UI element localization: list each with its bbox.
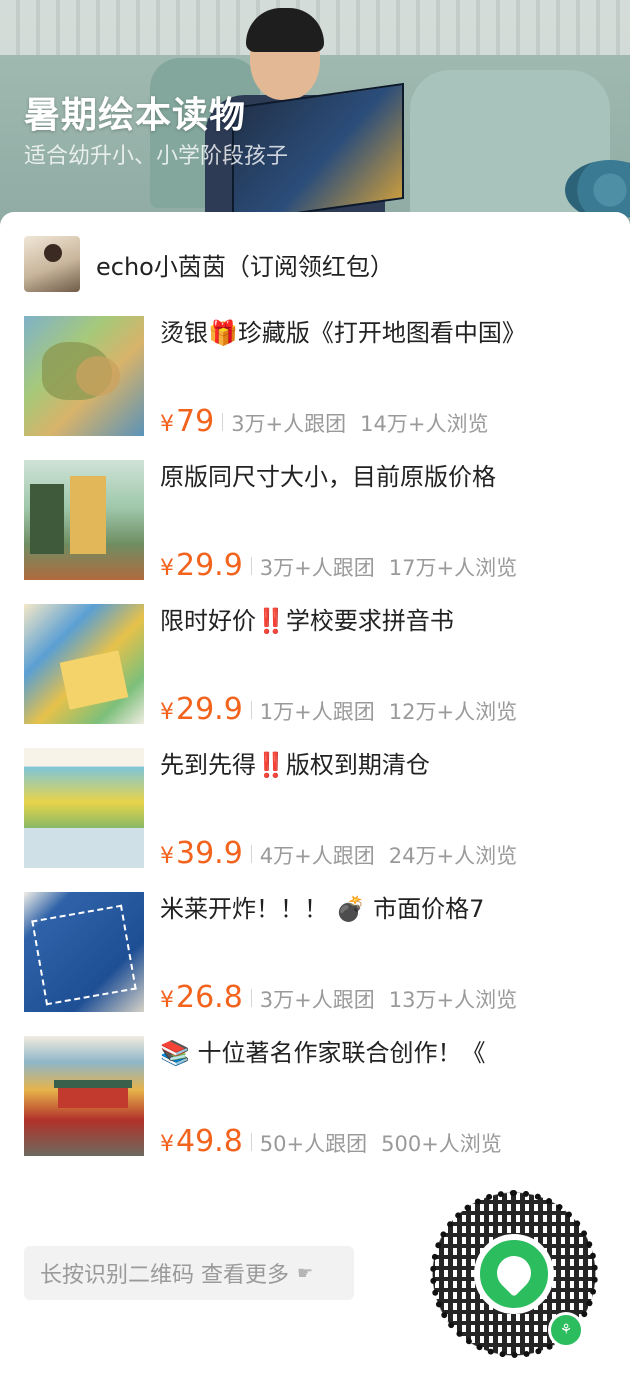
product-list: 烫银🎁珍藏版《打开地图看中国》 ¥ 79 3万+人跟团 14万+人浏览 原版同尺…: [24, 316, 606, 1180]
group-buy-count: 50+人跟团: [259, 1132, 368, 1156]
group-buy-count: 3万+人跟团: [259, 556, 375, 580]
product-thumbnail[interactable]: [24, 604, 144, 724]
product-thumbnail[interactable]: [24, 460, 144, 580]
currency-symbol: ¥: [160, 1132, 174, 1157]
group-buy-count: 3万+人跟团: [259, 988, 375, 1012]
product-item[interactable]: 限时好价‼️学校要求拼音书 ¥ 29.9 1万+人跟团 12万+人浏览: [24, 604, 606, 748]
product-item[interactable]: 📚 十位著名作家联合创作！《 ¥ 49.8 50+人跟团 500+人浏览: [24, 1036, 606, 1180]
author-name[interactable]: echo小茵茵（订阅领红包）: [96, 247, 394, 282]
product-thumbnail[interactable]: [24, 892, 144, 1012]
divider: [250, 701, 252, 719]
group-buy-count: 3万+人跟团: [231, 412, 347, 436]
view-count: 17万+人浏览: [388, 556, 518, 580]
product-title[interactable]: 米莱开炸！！！ 💣 市面价格7: [160, 892, 600, 926]
view-more-label: 长按识别二维码 查看更多: [40, 1263, 289, 1288]
pointing-hand-icon: ☛: [297, 1262, 314, 1284]
author-row[interactable]: echo小茵茵（订阅领红包）: [24, 236, 394, 292]
view-count: 14万+人浏览: [360, 412, 489, 436]
product-price: 49.8: [176, 1124, 243, 1159]
view-count: 13万+人浏览: [388, 988, 518, 1012]
product-price: 29.9: [176, 548, 243, 583]
product-meta: ¥ 29.9 1万+人跟团 12万+人浏览: [160, 692, 517, 728]
product-title[interactable]: 📚 十位著名作家联合创作！《: [160, 1036, 600, 1070]
product-item[interactable]: 米莱开炸！！！ 💣 市面价格7 ¥ 26.8 3万+人跟团 13万+人浏览: [24, 892, 606, 1036]
product-meta: ¥ 29.9 3万+人跟团 17万+人浏览: [160, 548, 517, 584]
view-count: 24万+人浏览: [388, 844, 518, 868]
product-price: 39.9: [176, 836, 243, 871]
divider: [250, 557, 252, 575]
product-title[interactable]: 原版同尺寸大小，目前原版价格: [160, 460, 600, 494]
product-thumbnail[interactable]: [24, 316, 144, 436]
view-count: 500+人浏览: [381, 1132, 502, 1156]
product-price: 29.9: [176, 692, 243, 727]
page-title: 暑期绘本读物: [24, 95, 247, 136]
view-more-button[interactable]: 长按识别二维码 查看更多 ☛: [24, 1246, 354, 1300]
product-meta: ¥ 79 3万+人跟团 14万+人浏览: [160, 404, 488, 440]
group-buy-count: 4万+人跟团: [259, 844, 375, 868]
divider: [250, 989, 252, 1007]
product-thumbnail[interactable]: [24, 1036, 144, 1156]
product-item[interactable]: 烫银🎁珍藏版《打开地图看中国》 ¥ 79 3万+人跟团 14万+人浏览: [24, 316, 606, 460]
currency-symbol: ¥: [160, 700, 174, 725]
product-item[interactable]: 先到先得‼️版权到期清仓 ¥ 39.9 4万+人跟团 24万+人浏览: [24, 748, 606, 892]
avatar[interactable]: [24, 236, 80, 292]
divider: [250, 845, 252, 863]
view-count: 12万+人浏览: [388, 700, 518, 724]
product-meta: ¥ 26.8 3万+人跟团 13万+人浏览: [160, 980, 517, 1016]
currency-symbol: ¥: [160, 556, 174, 581]
page-subtitle: 适合幼升小、小学阶段孩子: [24, 144, 289, 169]
product-meta: ¥ 49.8 50+人跟团 500+人浏览: [160, 1124, 502, 1160]
product-thumbnail[interactable]: [24, 748, 144, 868]
product-title[interactable]: 先到先得‼️版权到期清仓: [160, 748, 600, 782]
currency-symbol: ¥: [160, 988, 174, 1013]
currency-symbol: ¥: [160, 412, 174, 437]
product-price: 79: [176, 404, 215, 439]
product-title[interactable]: 限时好价‼️学校要求拼音书: [160, 604, 600, 638]
divider: [222, 413, 224, 431]
product-meta: ¥ 39.9 4万+人跟团 24万+人浏览: [160, 836, 517, 872]
divider: [250, 1133, 252, 1151]
wechat-miniprogram-icon: ⚘: [548, 1312, 584, 1348]
product-title[interactable]: 烫银🎁珍藏版《打开地图看中国》: [160, 316, 600, 350]
currency-symbol: ¥: [160, 844, 174, 869]
hero-banner: 暑期绘本读物 适合幼升小、小学阶段孩子: [0, 0, 630, 240]
product-item[interactable]: 原版同尺寸大小，目前原版价格 ¥ 29.9 3万+人跟团 17万+人浏览: [24, 460, 606, 604]
group-buy-count: 1万+人跟团: [259, 700, 375, 724]
product-price: 26.8: [176, 980, 243, 1015]
